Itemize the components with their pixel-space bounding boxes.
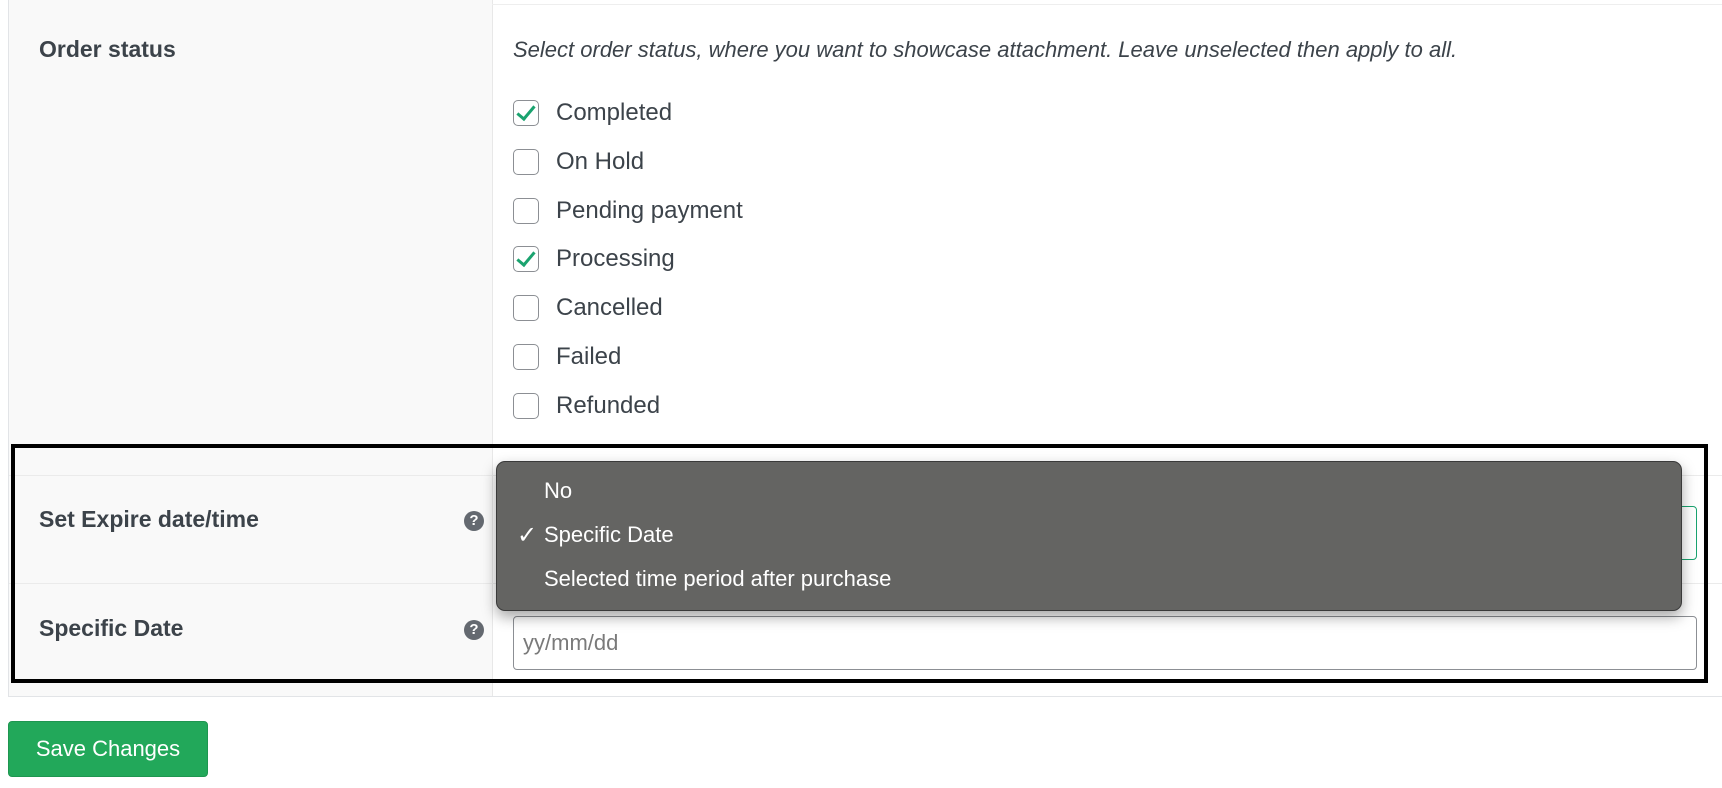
- order-status-description: Select order status, where you want to s…: [513, 37, 1458, 62]
- status-checkbox-label: Pending payment: [556, 197, 743, 224]
- status-checkbox[interactable]: [513, 344, 539, 370]
- status-checkbox-label: Refunded: [556, 392, 661, 419]
- order-status-option[interactable]: Pending payment: [513, 195, 743, 227]
- order-status-label: Order status: [39, 36, 176, 62]
- order-status-option[interactable]: Cancelled: [513, 292, 663, 324]
- order-status-option[interactable]: Failed: [513, 341, 621, 373]
- specific-date-label: Specific Date: [39, 615, 184, 641]
- settings-page: Order status Set Expire date/time ? Spec…: [0, 0, 1722, 788]
- status-checkbox-label: On Hold: [556, 148, 645, 175]
- expire-dropdown-menu: No ✓ Specific Date Selected time period aft…: [496, 461, 1682, 611]
- dropdown-option[interactable]: Selected time period after purchase: [497, 559, 1681, 599]
- order-status-option[interactable]: Processing: [513, 243, 675, 275]
- dropdown-option[interactable]: No: [497, 471, 1681, 511]
- top-divider: [492, 4, 1722, 5]
- dropdown-option-label: Selected time period after purchase: [544, 566, 892, 591]
- dropdown-option-label: Specific Date: [544, 522, 674, 547]
- status-checkbox-label: Completed: [556, 99, 673, 126]
- specific-date-input[interactable]: [513, 616, 1697, 670]
- dropdown-option[interactable]: ✓ Specific Date: [497, 515, 1681, 555]
- save-changes-button[interactable]: Save Changes: [8, 721, 208, 777]
- status-checkbox[interactable]: [513, 198, 539, 224]
- status-checkbox-label: Processing: [556, 245, 675, 272]
- label-column: [9, 0, 493, 696]
- question-circle-icon[interactable]: ?: [464, 511, 484, 531]
- order-status-option[interactable]: On Hold: [513, 146, 644, 178]
- question-circle-icon[interactable]: ?: [464, 620, 484, 640]
- status-checkbox-label: Cancelled: [556, 294, 663, 321]
- status-checkbox-label: Failed: [556, 343, 622, 370]
- status-checkbox[interactable]: [513, 149, 539, 175]
- order-status-option[interactable]: Completed: [513, 97, 672, 129]
- dropdown-option-label: No: [544, 478, 573, 503]
- set-expire-label: Set Expire date/time: [39, 506, 259, 532]
- status-checkbox[interactable]: [513, 295, 539, 321]
- checkmark-icon: ✓: [517, 521, 538, 549]
- status-checkbox[interactable]: [513, 246, 539, 272]
- status-checkbox[interactable]: [513, 393, 539, 419]
- status-checkbox[interactable]: [513, 100, 539, 126]
- order-status-option[interactable]: Refunded: [513, 390, 660, 422]
